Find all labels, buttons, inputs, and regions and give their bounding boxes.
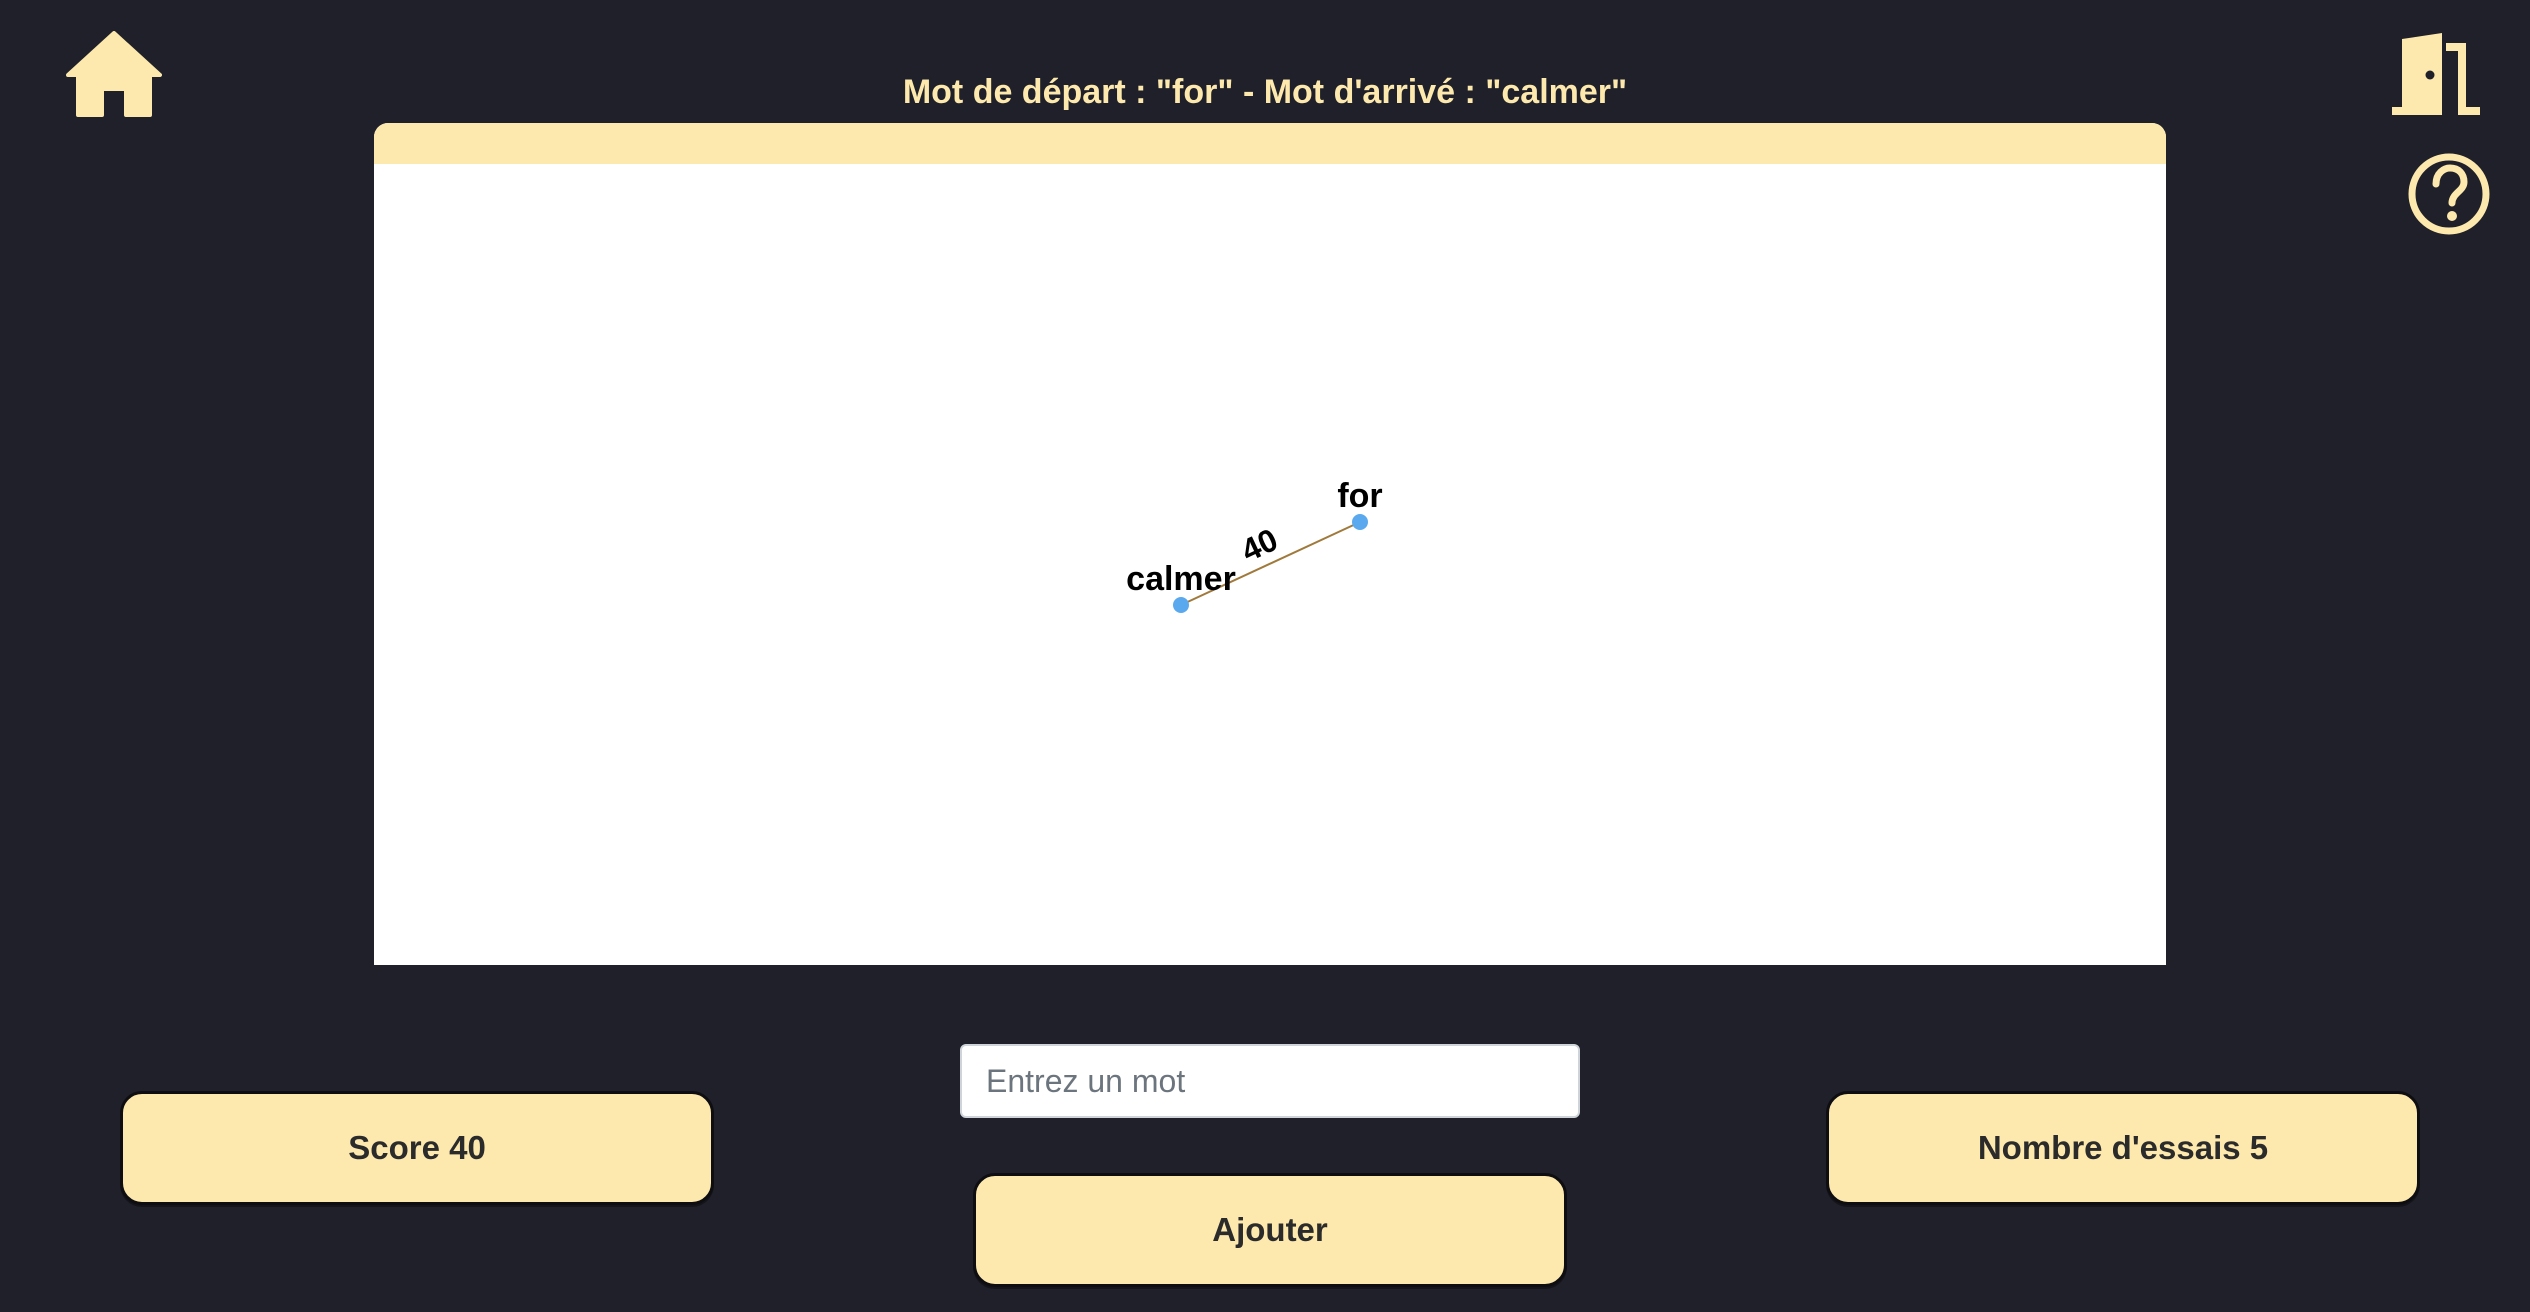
goal-title: Mot de départ : "for" - Mot d'arrivé : "… [902,73,1628,111]
tries-counter: Nombre d'essais 5 [1826,1091,2420,1205]
score-display: Score 40 [120,1091,714,1205]
word-input[interactable] [960,1044,1580,1118]
add-word-button[interactable]: Ajouter [973,1173,1567,1287]
word-graph: 40 for calmer [1126,477,1383,613]
graph-node-label: calmer [1126,560,1236,598]
graph-node-label: for [1337,477,1382,515]
graph-node [1173,597,1189,613]
question-circle-icon[interactable] [2406,151,2492,237]
graph-node [1352,514,1368,530]
word-graph-panel: 40 for calmer [374,123,2166,965]
